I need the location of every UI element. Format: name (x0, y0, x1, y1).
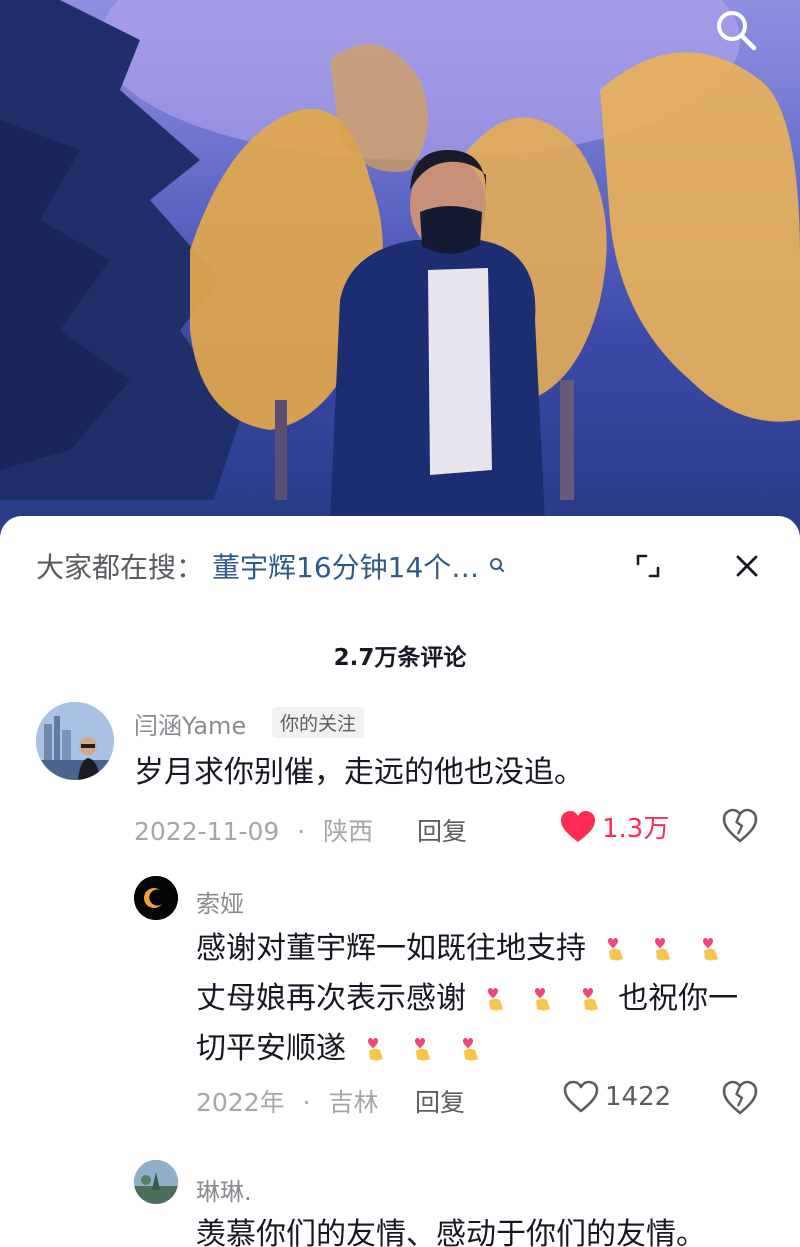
following-tag: 你的关注 (272, 707, 365, 738)
avatar-image (134, 1160, 178, 1204)
comment-username[interactable]: 闫涵Yame (134, 706, 246, 741)
avatar[interactable] (36, 702, 114, 780)
comment-text: 羡慕你们的友情、感动于你们的友情。 (196, 1217, 706, 1247)
video-frame (0, 0, 800, 540)
like-button[interactable]: 1422 (563, 1080, 671, 1114)
comment-meta: 2022年 · 吉林 (196, 1083, 379, 1119)
comment-location: 吉林 (328, 1088, 379, 1117)
finger-heart-emoji-icon (462, 1038, 478, 1061)
moon-avatar-icon (134, 876, 178, 920)
heart-filled-icon (561, 810, 595, 842)
reply-button[interactable]: 回复 (415, 1083, 465, 1119)
comment-sheet: 大家都在搜： 董宇辉16分钟14个… 2.7万条评论 闫涵Yame 你的关注 岁… (0, 516, 800, 1247)
text-segment: 感谢对董宇辉一如既往地支持 (196, 931, 586, 966)
text-segment: 也祝你一 (618, 981, 739, 1016)
like-count: 1422 (605, 1082, 672, 1112)
like-count: 1.3万 (602, 814, 670, 844)
meta-separator: · (302, 1088, 311, 1117)
expand-icon (636, 554, 660, 578)
comment-username[interactable]: 索娅 (196, 884, 244, 919)
comment-text-line: 切平安顺遂 (196, 1024, 776, 1074)
suggestion-prefix: 大家都在搜： (36, 551, 205, 584)
finger-heart-emoji-icon (415, 1038, 431, 1061)
comment-location: 陕西 (323, 817, 374, 846)
search-button[interactable] (714, 8, 758, 52)
avatar[interactable] (134, 876, 178, 920)
dislike-button[interactable] (722, 1080, 758, 1116)
finger-heart-emoji-icon (702, 938, 718, 961)
finger-heart-emoji-icon (655, 938, 671, 961)
video-player[interactable] (0, 0, 800, 540)
close-icon (736, 555, 758, 577)
close-button[interactable] (731, 550, 763, 582)
small-search-icon (490, 558, 505, 572)
comment-count: 2.7万条评论 (333, 645, 467, 671)
finger-heart-emoji-icon (367, 1038, 383, 1061)
avatar[interactable] (134, 1160, 178, 1204)
comment-username[interactable]: 琳琳. (196, 1172, 252, 1207)
finger-heart-emoji-icon (582, 988, 598, 1011)
finger-heart-emoji-icon (535, 988, 551, 1011)
expand-button[interactable] (632, 550, 664, 582)
heart-outline-icon (563, 1080, 599, 1113)
text-segment: 丈母娘再次表示感谢 (196, 981, 466, 1016)
comment-text: 感谢对董宇辉一如既往地支持 丈母娘再次表示感谢 也祝你一 切平安顺遂 (196, 924, 776, 1074)
avatar-image (36, 702, 114, 780)
comment-text-line: 丈母娘再次表示感谢 也祝你一 (196, 974, 776, 1024)
comment-date: 2022-11-09 (134, 817, 280, 846)
finger-heart-emoji-icon (607, 938, 623, 961)
comment-date: 2022年 (196, 1088, 285, 1117)
broken-heart-icon (722, 1080, 758, 1115)
comment-meta: 2022-11-09 · 陕西 (134, 812, 373, 848)
dislike-button[interactable] (722, 808, 758, 844)
like-button[interactable]: 1.3万 (560, 808, 669, 845)
broken-heart-icon (722, 808, 758, 843)
text-segment: 切平安顺遂 (196, 1031, 346, 1066)
finger-heart-emoji-icon (487, 988, 503, 1011)
comment-text: 岁月求你别催，走远的他也没追。 (134, 755, 584, 790)
search-suggestion[interactable]: 大家都在搜： 董宇辉16分钟14个… (36, 546, 507, 586)
meta-separator: · (297, 817, 306, 846)
comment-text-line: 感谢对董宇辉一如既往地支持 (196, 924, 776, 974)
reply-button[interactable]: 回复 (417, 812, 467, 848)
search-icon (717, 11, 757, 51)
suggestion-query[interactable]: 董宇辉16分钟14个… (212, 546, 479, 586)
